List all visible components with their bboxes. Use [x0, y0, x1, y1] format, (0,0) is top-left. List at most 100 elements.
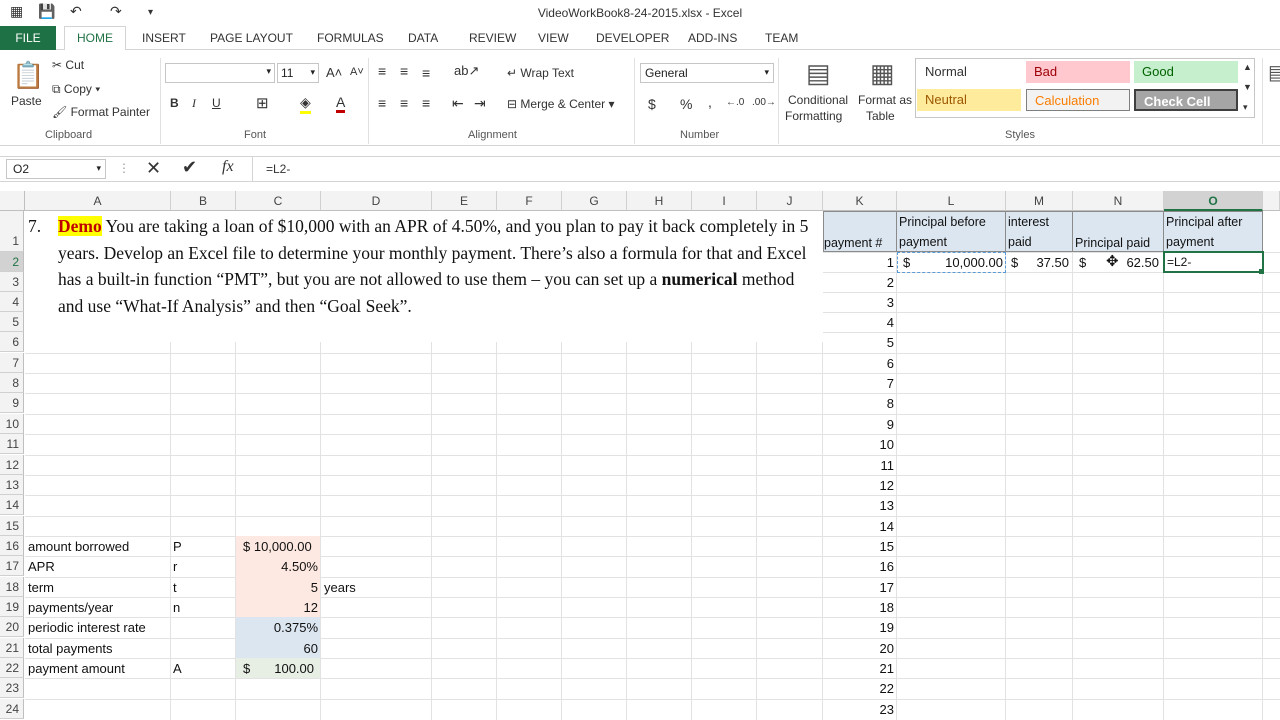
- col-header-p[interactable]: [1263, 191, 1280, 211]
- row-header-9[interactable]: 9: [0, 393, 24, 413]
- label-periodic-rate[interactable]: periodic interest rate: [28, 620, 146, 635]
- row-header-13[interactable]: 13: [0, 475, 24, 495]
- sym-p[interactable]: P: [173, 539, 182, 554]
- pay-num[interactable]: 20: [823, 641, 894, 656]
- pay-num[interactable]: 2: [823, 275, 894, 290]
- borders-icon[interactable]: ⊞: [256, 94, 269, 112]
- gallery-scroll-up-icon[interactable]: ▲: [1243, 62, 1252, 72]
- label-payments-year[interactable]: payments/year: [28, 600, 113, 615]
- tab-page-layout[interactable]: PAGE LAYOUT: [210, 31, 293, 45]
- sym-a[interactable]: A: [173, 661, 182, 676]
- col-header-e[interactable]: E: [432, 191, 497, 211]
- header-principal-after-1[interactable]: Principal after: [1166, 215, 1242, 229]
- header-payment-number[interactable]: payment #: [824, 236, 882, 250]
- col-header-o[interactable]: O: [1164, 191, 1263, 211]
- row-header-19[interactable]: 19: [0, 597, 24, 617]
- label-payment-amount[interactable]: payment amount: [28, 661, 125, 676]
- row-header-4[interactable]: 4: [0, 292, 24, 312]
- value-periodic-rate[interactable]: 0.375%: [236, 620, 320, 635]
- paste-button[interactable]: Paste: [11, 94, 42, 108]
- conditional-formatting-icon[interactable]: ▤: [806, 58, 831, 89]
- row-header-8[interactable]: 8: [0, 373, 24, 393]
- col-header-b[interactable]: B: [171, 191, 236, 211]
- table-label[interactable]: Table: [866, 109, 895, 123]
- col-header-c[interactable]: C: [236, 191, 321, 211]
- pay-num[interactable]: 13: [823, 498, 894, 513]
- merge-center-button[interactable]: ⊟ Merge & Center ▾: [507, 97, 614, 111]
- tab-team[interactable]: TEAM: [765, 31, 798, 45]
- row-header-14[interactable]: 14: [0, 495, 24, 515]
- percent-button[interactable]: %: [680, 96, 692, 112]
- col-header-j[interactable]: J: [757, 191, 823, 211]
- label-apr[interactable]: APR: [28, 559, 55, 574]
- pay-num[interactable]: 21: [823, 661, 894, 676]
- row-header-12[interactable]: 12: [0, 455, 24, 475]
- header-principal-before-2[interactable]: payment: [899, 235, 947, 249]
- row-header-10[interactable]: 10: [0, 414, 24, 434]
- value-total-payments[interactable]: 60: [236, 641, 320, 656]
- shrink-font-icon[interactable]: A˅: [350, 66, 364, 78]
- col-header-a[interactable]: A: [25, 191, 171, 211]
- style-good[interactable]: Good: [1134, 61, 1238, 83]
- fill-color-icon[interactable]: ◈: [300, 94, 311, 114]
- tab-review[interactable]: REVIEW: [469, 31, 516, 45]
- decrease-decimal-icon[interactable]: .00→: [752, 97, 776, 108]
- header-interest-paid-2[interactable]: paid: [1008, 235, 1032, 249]
- row-header-17[interactable]: 17: [0, 556, 24, 576]
- wrap-text-button[interactable]: ↵ Wrap Text: [507, 66, 574, 80]
- align-middle-icon[interactable]: ≡: [400, 63, 408, 79]
- row-header-3[interactable]: 3: [0, 272, 24, 292]
- cell-l2[interactable]: 10,000.00: [897, 255, 1003, 270]
- format-as-table-icon[interactable]: ▦: [870, 58, 895, 89]
- col-header-k[interactable]: K: [823, 191, 897, 211]
- name-box[interactable]: O2 ▾: [6, 159, 106, 179]
- unit-years[interactable]: years: [324, 580, 356, 595]
- tab-view[interactable]: VIEW: [538, 31, 569, 45]
- sym-n[interactable]: n: [173, 600, 180, 615]
- grow-font-icon[interactable]: A˄: [326, 65, 342, 80]
- col-header-l[interactable]: L: [897, 191, 1006, 211]
- cut-button[interactable]: ✂ Cut: [52, 58, 84, 72]
- orientation-icon[interactable]: ab↗: [454, 63, 479, 79]
- tab-formulas[interactable]: FORMULAS: [317, 31, 384, 45]
- cell-m2[interactable]: 37.50: [1006, 255, 1069, 270]
- pay-num[interactable]: 3: [823, 295, 894, 310]
- pay-num[interactable]: 12: [823, 478, 894, 493]
- italic-button[interactable]: I: [192, 96, 196, 111]
- pay-num[interactable]: 18: [823, 600, 894, 615]
- col-header-f[interactable]: F: [497, 191, 562, 211]
- col-header-i[interactable]: I: [692, 191, 757, 211]
- row-header-21[interactable]: 21: [0, 638, 24, 658]
- style-normal[interactable]: Normal: [917, 61, 1021, 83]
- paste-icon[interactable]: 📋: [12, 60, 44, 91]
- row-header-22[interactable]: 22: [0, 658, 24, 678]
- col-header-n[interactable]: N: [1073, 191, 1164, 211]
- value-amount-borrowed[interactable]: $ 10,000.00: [243, 539, 312, 554]
- tab-developer[interactable]: DEVELOPER: [596, 31, 669, 45]
- select-all-corner[interactable]: [0, 191, 25, 211]
- style-neutral[interactable]: Neutral: [917, 89, 1021, 111]
- row-header-1[interactable]: 1: [0, 211, 24, 252]
- increase-indent-icon[interactable]: ⇥: [474, 95, 486, 112]
- align-left-icon[interactable]: ≡: [378, 95, 386, 111]
- align-right-icon[interactable]: ≡: [422, 95, 430, 111]
- copy-button[interactable]: ⧉ Copy ▾: [52, 82, 100, 97]
- row-header-11[interactable]: 11: [0, 434, 24, 454]
- header-principal-before-1[interactable]: Principal before: [899, 215, 986, 229]
- header-principal-after-2[interactable]: payment: [1166, 235, 1214, 249]
- sym-t[interactable]: t: [173, 580, 177, 595]
- align-top-icon[interactable]: ≡: [378, 63, 386, 79]
- pay-num[interactable]: 15: [823, 539, 894, 554]
- pay-num[interactable]: 23: [823, 702, 894, 717]
- tab-home[interactable]: HOME: [64, 26, 126, 51]
- row-header-15[interactable]: 15: [0, 516, 24, 536]
- style-calculation[interactable]: Calculation: [1026, 89, 1130, 111]
- pay-num[interactable]: 22: [823, 681, 894, 696]
- row-header-20[interactable]: 20: [0, 617, 24, 637]
- tab-data[interactable]: DATA: [408, 31, 438, 45]
- row-header-6[interactable]: 6: [0, 332, 24, 352]
- value-payment-amount[interactable]: 100.00: [236, 661, 320, 676]
- conditional-formatting-label[interactable]: Conditional: [788, 93, 848, 107]
- pay-num[interactable]: 5: [823, 335, 894, 350]
- label-amount-borrowed[interactable]: amount borrowed: [28, 539, 129, 554]
